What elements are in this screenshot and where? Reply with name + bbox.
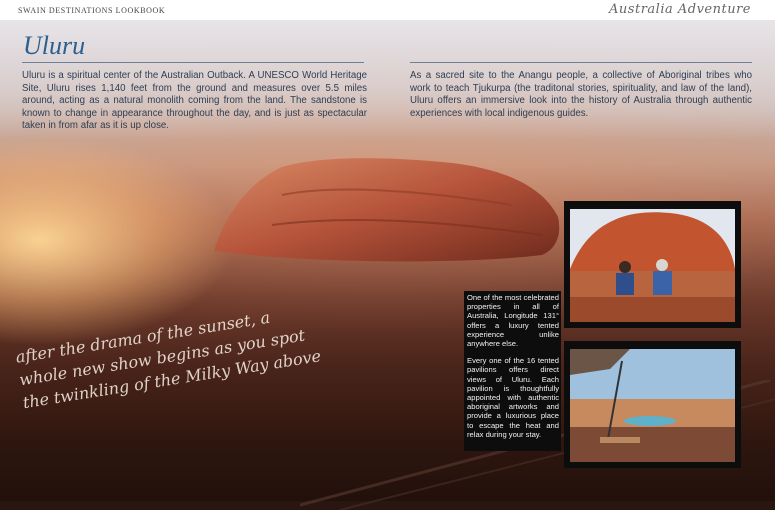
uluru-rock-image (214, 158, 560, 262)
tented-pavilion-photo (570, 349, 735, 462)
guides-photo-frame (564, 201, 741, 328)
sidebar-paragraph-2: Every one of the 16 tented pavilions off… (467, 356, 559, 439)
lookbook-title: SWAIN DESTINATIONS LOOKBOOK (18, 6, 166, 15)
pavilion-photo-frame (564, 341, 741, 468)
header-bar: SWAIN DESTINATIONS LOOKBOOK Australia Ad… (0, 0, 775, 20)
sidebar-paragraph-1: One of the most celebrated properties in… (467, 293, 559, 349)
intro-paragraph-left: Uluru is a spiritual center of the Austr… (22, 70, 367, 132)
page-title: Uluru (23, 31, 86, 60)
sidebar-text-box: One of the most celebrated properties in… (464, 291, 561, 451)
title-divider-left (22, 62, 364, 63)
intro-paragraph-right: As a sacred site to the Anangu people, a… (410, 70, 752, 119)
brand-script-logo: Australia Adventure (609, 2, 751, 17)
indigenous-guides-photo (570, 209, 735, 322)
title-divider-right (410, 62, 752, 63)
